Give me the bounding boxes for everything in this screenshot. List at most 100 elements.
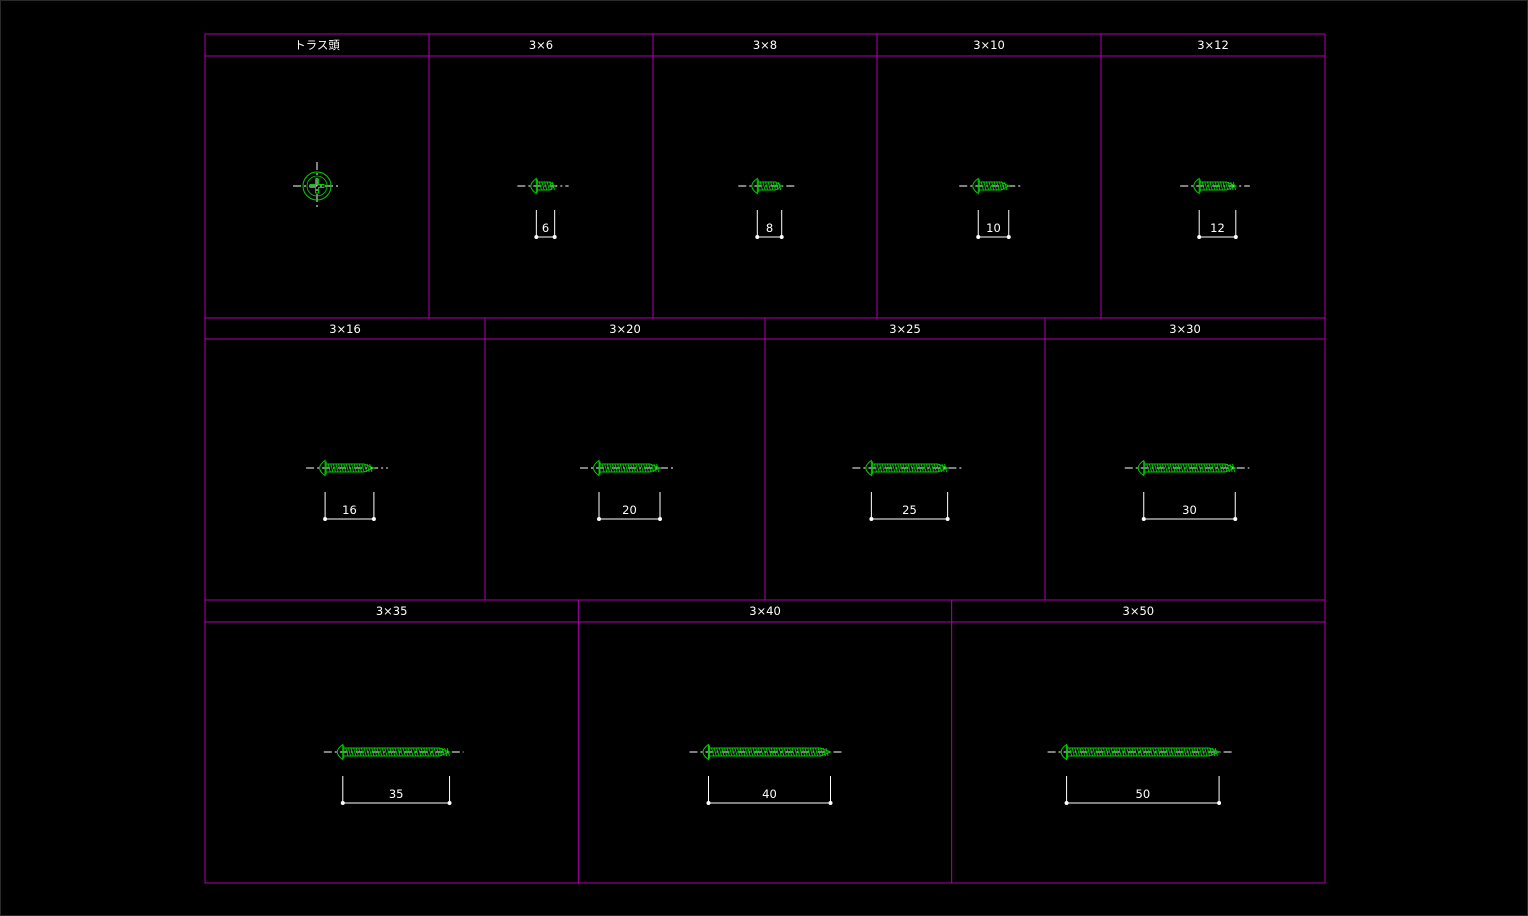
screw-thread xyxy=(604,463,608,473)
cell-screw-3x10: 3×10 10 xyxy=(959,38,1023,239)
cell-screw-3x40: 3×40 40 xyxy=(689,604,845,805)
dimension-dot-left xyxy=(869,517,874,521)
cell-header-label: 3×30 xyxy=(1169,322,1201,336)
screw-thread xyxy=(345,463,349,473)
screw-thread xyxy=(999,181,1003,191)
screw-thread xyxy=(624,463,629,473)
screw-thread xyxy=(988,181,992,191)
dimension-label: 35 xyxy=(389,787,404,801)
screw-thread xyxy=(1209,181,1213,191)
screw-thread xyxy=(1092,747,1096,757)
screw-thread xyxy=(892,463,896,473)
screw-thread xyxy=(351,463,355,473)
screw-thread xyxy=(983,181,987,191)
screw-thread xyxy=(897,463,901,473)
screw-thread xyxy=(384,747,388,757)
dimension-dot-left xyxy=(1064,801,1069,805)
screw-thread xyxy=(619,463,623,473)
dimension-dot-right xyxy=(1233,517,1238,521)
dimension-dot-right xyxy=(447,801,452,805)
cell-header-label: 3×8 xyxy=(753,38,777,52)
screw-thread xyxy=(347,747,352,757)
screw-thread xyxy=(361,463,365,473)
dimension-label: 10 xyxy=(986,221,1001,235)
screw-thread xyxy=(1154,463,1158,473)
screw-thread xyxy=(809,747,813,757)
screw-threads xyxy=(327,463,373,473)
screw-thread xyxy=(1071,747,1075,757)
table-cells: トラス頭 3×6 6 3×8 8 3×10 10 3×12 12 3×16 16 3×20 20 3×25… xyxy=(293,38,1250,805)
cell-header-label: 3×50 xyxy=(1123,604,1155,618)
screw-thread xyxy=(1183,747,1187,757)
screw-thread xyxy=(1004,181,1008,191)
cell-truss-head: トラス頭 xyxy=(293,38,341,210)
screw-thread xyxy=(1169,463,1173,473)
cell-header-label: 3×35 xyxy=(376,604,408,618)
cell-screw-3x20: 3×20 20 xyxy=(580,322,674,521)
screw-thread xyxy=(541,181,545,191)
screw-thread xyxy=(912,463,917,473)
dimension-dot-left xyxy=(340,801,345,805)
dimension-dot-left xyxy=(323,517,328,521)
dimension-label: 20 xyxy=(622,503,637,517)
cell-screw-3x50: 3×50 50 xyxy=(1047,604,1234,805)
screw-thread xyxy=(1087,747,1091,757)
dimension-dot-left xyxy=(706,801,711,805)
screw-thread xyxy=(744,747,748,757)
screw-thread xyxy=(815,747,819,757)
screw-thread xyxy=(444,747,448,757)
dimension-dot-right xyxy=(1217,801,1222,805)
dimension-dot-right xyxy=(1006,235,1011,239)
screw-thread xyxy=(335,463,339,473)
screw-thread xyxy=(1164,463,1168,473)
screw-thread xyxy=(1108,747,1112,757)
cell-screw-3x6: 3×6 6 xyxy=(517,38,569,239)
dimension-dot-right xyxy=(945,517,950,521)
dimension-label: 25 xyxy=(902,503,917,517)
dimension-dot-left xyxy=(597,517,601,521)
screw-thread xyxy=(330,463,334,473)
dimension-dot-right xyxy=(828,801,833,805)
cell-header-label: トラス頭 xyxy=(294,38,340,52)
dimension-dot-right xyxy=(779,235,784,239)
screw-thread xyxy=(1102,747,1107,757)
screw-thread xyxy=(1188,747,1192,757)
dimension-label: 30 xyxy=(1182,503,1197,517)
screw-thread xyxy=(1199,747,1203,757)
screw-thread xyxy=(1076,747,1081,757)
screw-thread xyxy=(1219,181,1224,191)
dimension-dot-left xyxy=(534,235,539,239)
screw-thread xyxy=(907,463,911,473)
screw-thread xyxy=(1204,747,1208,757)
screw-thread xyxy=(750,747,754,757)
screw-drawing-sheet: トラス頭 3×6 6 3×8 8 3×10 10 3×12 12 3×16 16 3×20 20 3×25… xyxy=(204,33,1326,884)
cell-screw-3x12: 3×12 12 xyxy=(1180,38,1250,239)
screw-thread xyxy=(825,747,829,757)
dimension-dot-left xyxy=(755,235,760,239)
cell-header-label: 3×10 xyxy=(973,38,1005,52)
screw-thread xyxy=(718,747,722,757)
screw-thread xyxy=(713,747,717,757)
screw-thread xyxy=(353,747,357,757)
dimension-dot-left xyxy=(1141,517,1146,521)
cell-header-label: 3×25 xyxy=(889,322,921,336)
screw-thread xyxy=(767,181,771,191)
dimension-label: 6 xyxy=(542,221,549,235)
cell-header-label: 3×12 xyxy=(1197,38,1229,52)
screw-thread xyxy=(635,463,639,473)
dimension-dot-left xyxy=(1197,235,1202,239)
cell-header-label: 3×6 xyxy=(529,38,553,52)
screw-thread xyxy=(609,463,613,473)
dimension-dot-left xyxy=(976,235,981,239)
screw-thread xyxy=(368,747,372,757)
screw-thread xyxy=(1148,463,1152,473)
screw-thread xyxy=(640,463,644,473)
screw-threads xyxy=(1069,747,1218,757)
cell-header-label: 3×16 xyxy=(329,322,361,336)
screw-thread xyxy=(363,747,367,757)
dimension-label: 16 xyxy=(342,503,357,517)
screw-thread xyxy=(778,181,782,191)
screw-thread xyxy=(1225,181,1229,191)
dimension-label: 40 xyxy=(762,787,777,801)
screw-thread xyxy=(734,747,738,757)
